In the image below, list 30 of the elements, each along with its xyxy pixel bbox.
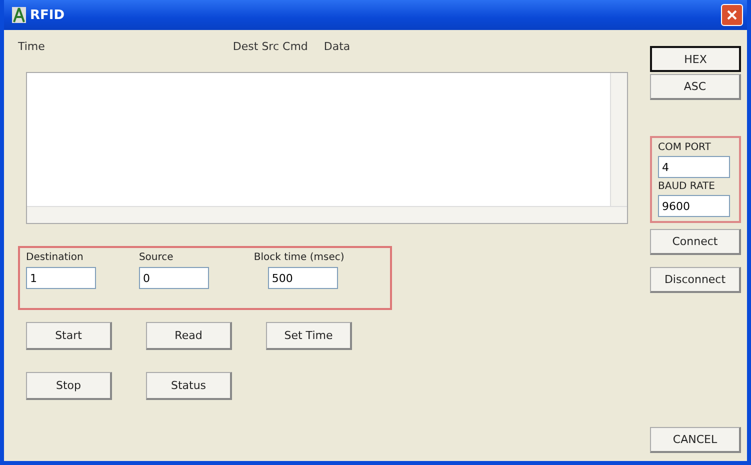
close-button[interactable] (721, 4, 743, 26)
side-button[interactable]: Connect (650, 229, 741, 255)
input-field[interactable]: 0 (138, 267, 209, 289)
window-title: RFID (30, 8, 65, 22)
action-button[interactable]: Stop (26, 372, 112, 400)
action-button[interactable]: Start (26, 322, 112, 350)
mode-button[interactable]: HEX (650, 46, 741, 72)
action-button[interactable]: Read (146, 322, 232, 350)
input-field[interactable]: 9600 (658, 195, 730, 217)
vertical-scrollbar[interactable] (610, 73, 627, 207)
field-label: BAUD RATE (658, 181, 716, 192)
field-label: Block time (msec) (254, 252, 346, 263)
field-label: Source (138, 252, 174, 263)
horizontal-scrollbar[interactable] (27, 206, 627, 223)
column-header: Data (324, 40, 350, 53)
column-header: Dest Src Cmd (232, 40, 308, 53)
action-button[interactable]: Set Time (266, 322, 352, 350)
cancel-button[interactable]: CANCEL (650, 427, 741, 453)
mode-button[interactable]: ASC (650, 74, 741, 100)
input-field[interactable]: 500 (268, 267, 338, 289)
antenna-icon (12, 7, 26, 23)
side-button[interactable]: Disconnect (650, 267, 741, 293)
input-field[interactable]: 1 (26, 267, 96, 289)
field-label: Destination (26, 252, 84, 263)
close-icon (726, 9, 738, 21)
action-button[interactable]: Status (146, 372, 232, 400)
column-header: Time (18, 40, 45, 53)
input-field[interactable]: 4 (658, 156, 730, 178)
field-label: COM PORT (658, 142, 712, 153)
log-list[interactable] (26, 72, 628, 224)
